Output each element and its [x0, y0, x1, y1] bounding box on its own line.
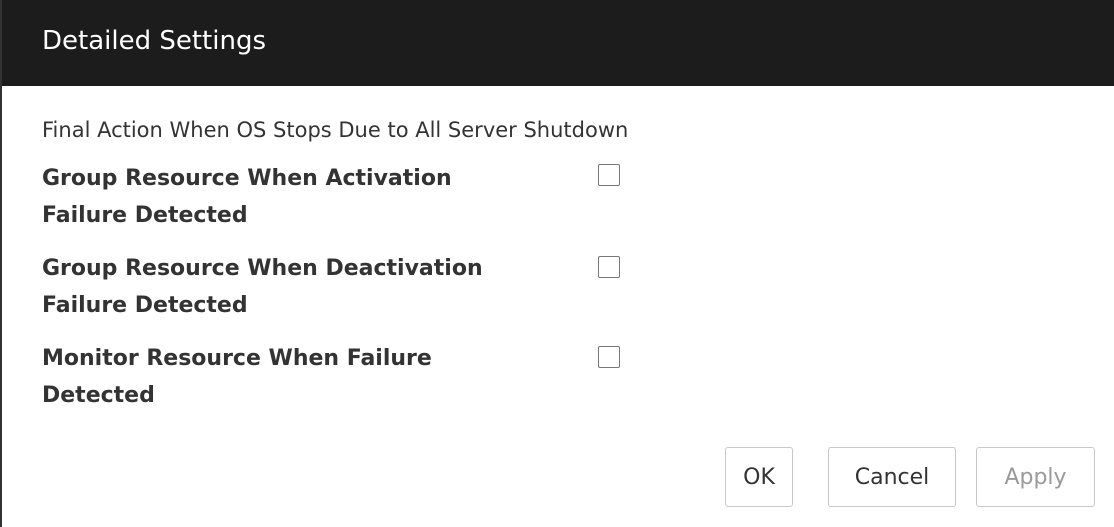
option-activation-failure-checkbox[interactable] — [598, 164, 620, 186]
dialog-titlebar: Detailed Settings — [2, 0, 1114, 86]
cancel-button[interactable]: Cancel — [828, 447, 956, 507]
option-deactivation-failure-checkbox[interactable] — [598, 256, 620, 278]
option-deactivation-failure-label-line2: Failure Detected — [42, 293, 248, 318]
option-monitor-failure-checkbox[interactable] — [598, 346, 620, 368]
option-monitor-failure-label-line2: Detected — [42, 383, 155, 408]
section-label: Final Action When OS Stops Due to All Se… — [42, 118, 629, 142]
option-activation-failure-label: Group Resource When Activation Failure D… — [42, 160, 562, 234]
option-monitor-failure-label-line1: Monitor Resource When Failure — [42, 346, 432, 371]
option-activation-failure-label-line2: Failure Detected — [42, 203, 248, 228]
ok-button[interactable]: OK — [725, 447, 793, 507]
dialog-title: Detailed Settings — [42, 26, 266, 56]
option-monitor-failure-label: Monitor Resource When Failure Detected — [42, 340, 562, 414]
option-deactivation-failure-label-line1: Group Resource When Deactivation — [42, 256, 483, 281]
option-activation-failure-label-line1: Group Resource When Activation — [42, 166, 452, 191]
option-deactivation-failure-label: Group Resource When Deactivation Failure… — [42, 250, 562, 324]
apply-button[interactable]: Apply — [976, 447, 1095, 507]
detailed-settings-dialog: Detailed Settings Final Action When OS S… — [0, 0, 1114, 527]
